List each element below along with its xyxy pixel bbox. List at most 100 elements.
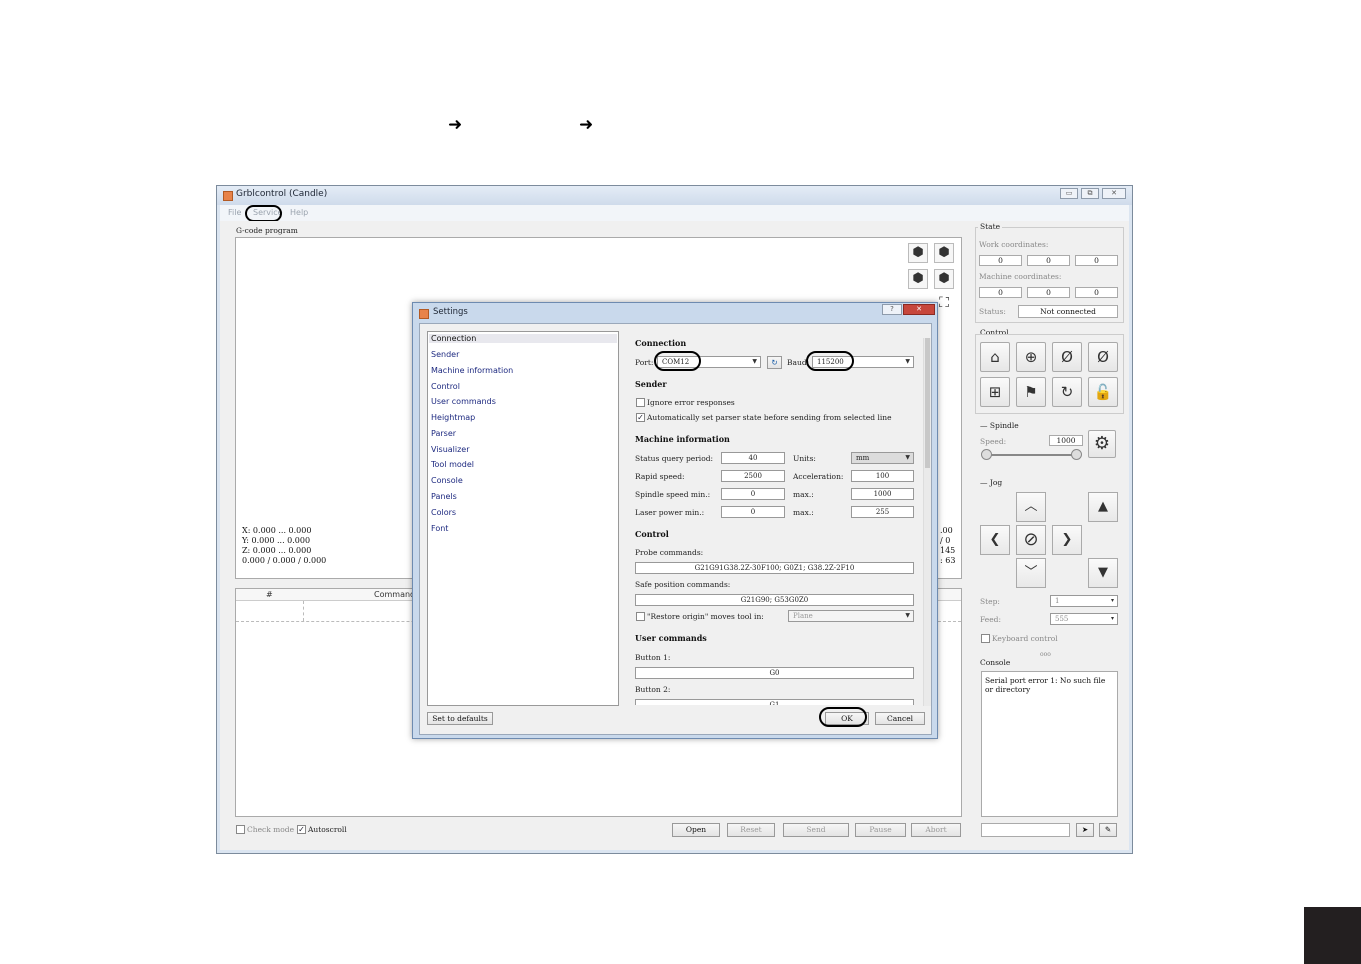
zero-z-icon[interactable]: Ø: [1088, 342, 1118, 372]
ignore-errors-label: Ignore error responses: [647, 398, 735, 407]
rapid-speed-input[interactable]: 2500: [721, 470, 785, 482]
safe-position-icon[interactable]: ⚑: [1016, 377, 1046, 407]
restore-origin-icon[interactable]: ⊞: [980, 377, 1010, 407]
restore-origin-value: Plane: [793, 612, 813, 620]
spindle-gear-icon[interactable]: ⚙: [1088, 430, 1116, 458]
view-left-icon[interactable]: ⬢: [934, 269, 954, 289]
send-button[interactable]: Send: [783, 823, 849, 837]
restore-origin-checkbox[interactable]: [636, 612, 645, 621]
port-label: Port:: [635, 358, 654, 367]
help-button[interactable]: ?: [882, 304, 902, 315]
info-right-2: / 0: [940, 536, 951, 545]
highlight-port: [654, 351, 701, 371]
laser-min-input[interactable]: 0: [721, 506, 785, 518]
acceleration-input[interactable]: 100: [851, 470, 914, 482]
scrollbar-thumb[interactable]: [925, 338, 930, 468]
home-icon[interactable]: ⌂: [980, 342, 1010, 372]
spindle-slider-track[interactable]: [986, 454, 1077, 456]
maximize-button[interactable]: ⧉: [1081, 188, 1099, 199]
splitter-handle[interactable]: ooo: [1040, 651, 1051, 658]
work-y-field: 0: [1027, 255, 1070, 266]
nav-item-console[interactable]: Console: [431, 476, 463, 485]
jog-stop-icon[interactable]: ⊘: [1016, 525, 1046, 555]
dialog-close-button[interactable]: ✕: [903, 304, 935, 315]
spindle-min-input[interactable]: 0: [721, 488, 785, 500]
nav-item-heightmap[interactable]: Heightmap: [431, 413, 475, 422]
safe-position-input[interactable]: G21G90; G53G0Z0: [635, 594, 914, 606]
settings-nav-list[interactable]: Connection Sender Machine information Co…: [427, 331, 619, 706]
jog-z-up-icon[interactable]: ▲: [1088, 492, 1118, 522]
spindle-slider-max-handle[interactable]: [1071, 449, 1082, 460]
autoscroll-checkbox[interactable]: ✓: [297, 825, 306, 834]
jog-z-down-icon[interactable]: ▼: [1088, 558, 1118, 588]
nav-item-parser[interactable]: Parser: [431, 429, 456, 438]
view-front-icon[interactable]: ⬢: [908, 269, 928, 289]
button2-input[interactable]: G1: [635, 699, 914, 705]
jog-left-icon[interactable]: ❮: [980, 525, 1010, 555]
menu-file[interactable]: File: [228, 208, 241, 217]
auto-parser-checkbox[interactable]: ✓: [636, 413, 645, 422]
nav-item-connection[interactable]: Connection: [429, 334, 617, 343]
check-mode-checkbox[interactable]: [236, 825, 245, 834]
view-top-icon[interactable]: ⬢: [934, 243, 954, 263]
nav-item-control[interactable]: Control: [431, 382, 460, 391]
reset-button[interactable]: Reset: [727, 823, 775, 837]
close-button[interactable]: ✕: [1102, 188, 1126, 199]
autoscroll-label: Autoscroll: [308, 825, 347, 834]
settings-scrollbar[interactable]: [923, 338, 931, 706]
jog-step-select[interactable]: 1 ▾: [1050, 595, 1118, 607]
units-select[interactable]: mm ▼: [851, 452, 914, 464]
menu-help[interactable]: Help: [290, 208, 308, 217]
nav-item-sender[interactable]: Sender: [431, 350, 459, 359]
jog-feed-select[interactable]: 555 ▾: [1050, 613, 1118, 625]
jog-right-icon[interactable]: ❯: [1052, 525, 1082, 555]
jog-up-icon[interactable]: ︿: [1016, 492, 1046, 522]
view-iso-icon[interactable]: ⬢: [908, 243, 928, 263]
machine-z-field: 0: [1075, 287, 1118, 298]
open-button[interactable]: Open: [672, 823, 720, 837]
cancel-button[interactable]: Cancel: [875, 712, 925, 725]
set-defaults-button[interactable]: Set to defaults: [427, 712, 493, 725]
nav-item-font[interactable]: Font: [431, 524, 448, 533]
button1-input[interactable]: G0: [635, 667, 914, 679]
restore-origin-select[interactable]: Plane ▼: [788, 610, 914, 622]
jog-step-label: Step:: [980, 597, 1000, 606]
nav-item-visualizer[interactable]: Visualizer: [431, 445, 470, 454]
pause-button[interactable]: Pause: [855, 823, 906, 837]
highlight-baud: [806, 351, 854, 371]
status-query-input[interactable]: 40: [721, 452, 785, 464]
console-group-label: Console: [978, 658, 1013, 667]
nav-item-colors[interactable]: Colors: [431, 508, 456, 517]
zero-xy-icon[interactable]: Ø: [1052, 342, 1082, 372]
clear-console-icon[interactable]: ✎: [1099, 823, 1117, 837]
gcode-group-label: G-code program: [234, 226, 300, 235]
nav-item-panels[interactable]: Panels: [431, 492, 457, 501]
acceleration-label: Acceleration:: [793, 472, 844, 481]
minimize-button[interactable]: ▭: [1060, 188, 1078, 199]
ignore-errors-checkbox[interactable]: [636, 398, 645, 407]
jog-group-label: — Jog: [978, 478, 1005, 487]
console-output[interactable]: Serial port error 1: No such file or dir…: [981, 671, 1118, 817]
console-command-input[interactable]: [981, 823, 1070, 837]
button1-label: Button 1:: [635, 653, 671, 662]
nav-item-machine-information[interactable]: Machine information: [431, 366, 513, 375]
spindle-speed-field[interactable]: 1000: [1049, 435, 1083, 446]
refresh-ports-icon[interactable]: ↻: [767, 356, 782, 369]
spindle-max-input[interactable]: 1000: [851, 488, 914, 500]
reset-icon[interactable]: ↻: [1052, 377, 1082, 407]
probe-z-icon[interactable]: ⊕: [1016, 342, 1046, 372]
send-command-icon[interactable]: ➤: [1076, 823, 1094, 837]
spindle-slider-min-handle[interactable]: [981, 449, 992, 460]
units-label: Units:: [793, 454, 816, 463]
probe-commands-input[interactable]: G21G91G38.2Z-30F100; G0Z1; G38.2Z-2F10: [635, 562, 914, 574]
abort-button[interactable]: Abort: [911, 823, 961, 837]
highlight-service-menu: [245, 205, 282, 222]
nav-item-user-commands[interactable]: User commands: [431, 397, 496, 406]
settings-app-icon: [419, 309, 429, 319]
jog-down-icon[interactable]: ﹀: [1016, 558, 1046, 588]
unlock-icon[interactable]: 🔓: [1088, 377, 1118, 407]
keyboard-control-checkbox[interactable]: [981, 634, 990, 643]
laser-max-input[interactable]: 255: [851, 506, 914, 518]
info-right-3: 145: [940, 546, 956, 555]
nav-item-tool-model[interactable]: Tool model: [431, 460, 474, 469]
